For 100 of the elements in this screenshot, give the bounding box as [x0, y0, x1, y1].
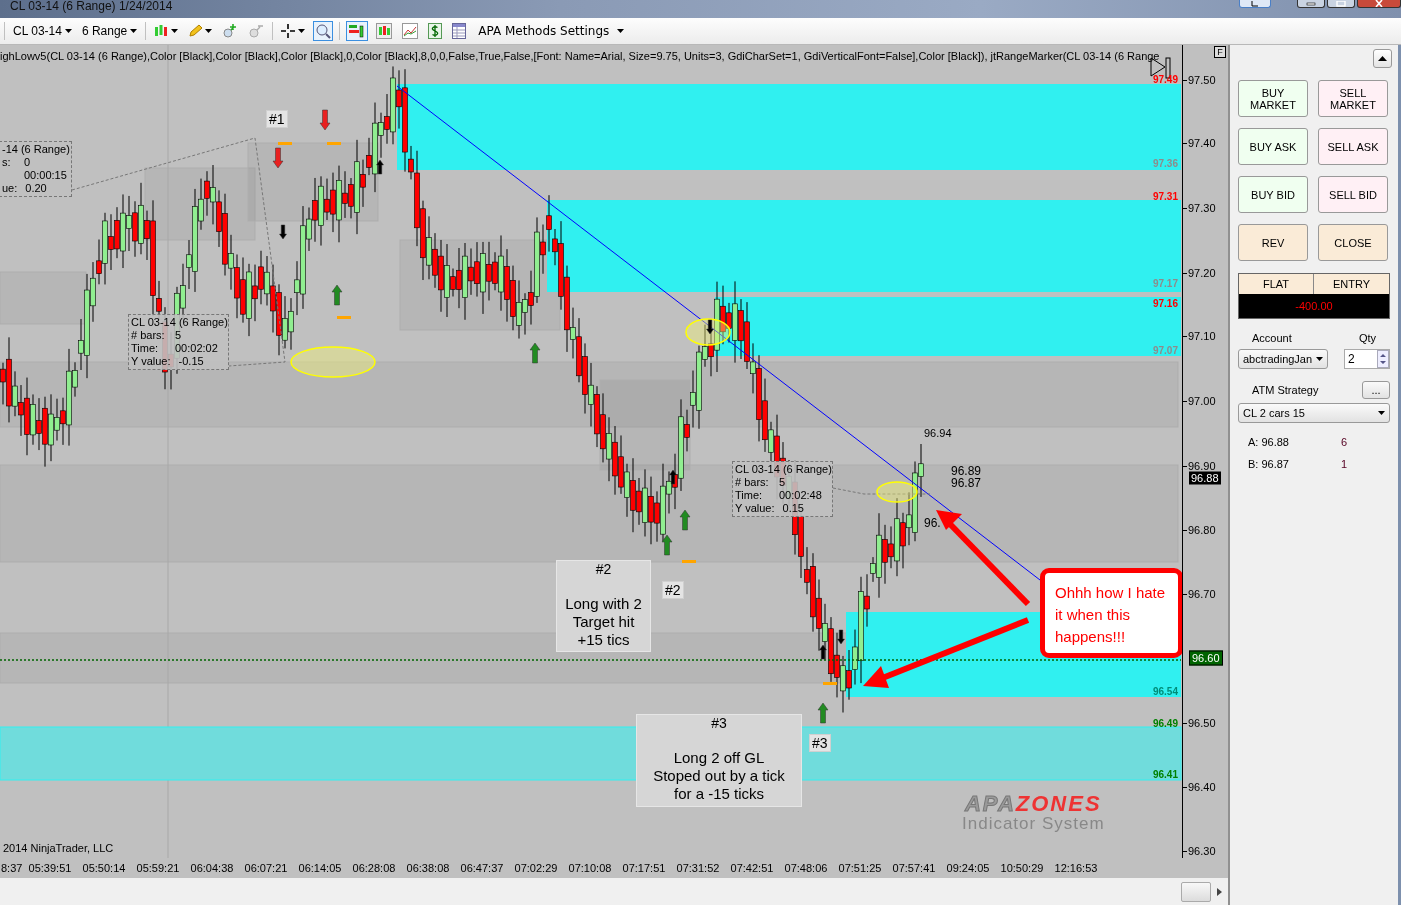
measure-label: ue:: [2, 182, 18, 195]
time-tick: 05:59:21: [135, 862, 181, 874]
price-label: 96.87: [951, 477, 982, 489]
quote-price: B: 96.87: [1248, 458, 1290, 470]
measure-value: 0.20: [25, 182, 47, 195]
trade-tag: #2: [662, 581, 684, 599]
measure-value: 00:02:02: [175, 342, 218, 355]
measure-value: 5: [779, 476, 786, 489]
quote-size: 6: [1341, 436, 1348, 448]
price-label: 96.94: [924, 427, 952, 439]
measure-value: 00:02:48: [779, 489, 822, 502]
order-button[interactable]: BUY MARKET: [1238, 80, 1308, 117]
copyright-text: 2014 NinjaTrader, LLC: [3, 842, 114, 854]
time-tick: 06:47:37: [459, 862, 505, 874]
pnl-value: -400.00: [1239, 294, 1389, 318]
zone-price-label: 97.36: [1152, 158, 1178, 169]
order-button[interactable]: BUY BID: [1238, 176, 1308, 213]
price-marker: 96.60: [1189, 650, 1223, 666]
measure-title: -14 (6 Range): [2, 143, 69, 156]
callout-text: Ohhh how I hate it when this happens!!!: [1040, 568, 1182, 658]
price-label: 96.89: [951, 465, 982, 477]
measure-label: s:: [2, 156, 12, 169]
time-tick: 12:16:53: [1053, 862, 1099, 874]
order-button[interactable]: SELL ASK: [1318, 128, 1388, 165]
zone-price-label: 97.17: [1152, 278, 1178, 289]
price-tick: 96.30: [1188, 845, 1216, 857]
price-tick: 96.50: [1188, 717, 1216, 729]
window-title: CL 03-14 (6 Range) 1/24/2014: [9, 0, 173, 12]
measure-value: 5: [175, 329, 182, 342]
order-button[interactable]: SELL MARKET: [1318, 80, 1388, 117]
price-tick: 97.20: [1188, 267, 1216, 279]
instrument-dropdown[interactable]: CL 03-14: [11, 22, 74, 40]
time-tick: 06:28:08: [351, 862, 397, 874]
measure-label: # bars:: [735, 476, 770, 489]
note-tag: #3: [711, 715, 727, 731]
measure-title: CL 03-14 (6 Range): [131, 316, 226, 329]
measure-label: Y value:: [735, 502, 775, 515]
time-tick: 10:50:29: [999, 862, 1045, 874]
account-dropdown[interactable]: abctradingJan: [1238, 349, 1328, 369]
measure-title: CL 03-14 (6 Range): [735, 463, 830, 476]
period-dropdown[interactable]: 6 Range: [79, 22, 140, 40]
measure-label: Y value:: [131, 355, 171, 368]
price-tick: 97.10: [1188, 330, 1216, 342]
zone-price-label: 96.54: [1152, 686, 1178, 697]
time-tick: 07:51:25: [837, 862, 883, 874]
time-tick: 07:42:51: [729, 862, 775, 874]
zone-price-label: 97.49: [1152, 74, 1178, 85]
atm-dropdown[interactable]: CL 2 cars 15: [1238, 403, 1390, 423]
methods-settings-menu[interactable]: APA Methods Settings: [474, 24, 629, 38]
logo-tagline: Indicator System: [962, 815, 1105, 833]
time-tick: 07:02:29: [513, 862, 559, 874]
zone-price-label: 97.31: [1152, 191, 1178, 202]
price-label: 96.: [924, 517, 941, 529]
price-tick: 96.90: [1188, 460, 1216, 472]
time-tick: 07:17:51: [621, 862, 667, 874]
time-tick: 07:10:08: [567, 862, 613, 874]
measure-value: -0.15: [178, 355, 204, 368]
time-tick: 06:14:05: [297, 862, 343, 874]
time-tick: 06:04:38: [189, 862, 235, 874]
quote-size: 1: [1341, 458, 1348, 470]
entry-label: ENTRY: [1331, 277, 1372, 292]
time-tick: 07:31:52: [675, 862, 721, 874]
measure-label: # bars:: [131, 329, 166, 342]
time-tick: 05:50:14: [81, 862, 127, 874]
time-tick: 07:48:06: [783, 862, 829, 874]
trade-tag: #3: [809, 734, 831, 752]
measure-value: 0.15: [782, 502, 804, 515]
zone-price-label: 96.49: [1152, 718, 1178, 729]
order-button[interactable]: SELL BID: [1318, 176, 1388, 213]
time-tick: 06:38:08: [405, 862, 451, 874]
qty-label: Qty: [1358, 332, 1376, 344]
atm-label: ATM Strategy: [1252, 384, 1319, 396]
trade-tag: #1: [266, 110, 288, 128]
measure-value: 0: [24, 156, 31, 169]
order-button[interactable]: REV: [1238, 224, 1308, 261]
time-tick: 07:57:41: [891, 862, 937, 874]
time-tick: 06:07:21: [243, 862, 289, 874]
indicator-text: ighLowv5(CL 03-14 (6 Range),Color [Black],Color [Black],Color [Black],0,Color [Black],8,0,0,False,True,False,[Font: Name=Arial, Size=9.75, Units=3, GdiCharSet=1, GdiVerticalFont=False],Color [Black]), jtRangeMarker(CL 03-14 (6 Range: [0, 50, 1160, 62]
time-tick: 8:37: [0, 862, 23, 874]
atm-options-button[interactable]: ...: [1362, 381, 1390, 399]
zone-price-label: 96.41: [1152, 769, 1178, 780]
price-marker: 96.88: [1189, 471, 1221, 485]
time-tick: 09:24:05: [945, 862, 991, 874]
price-tick: 97.30: [1188, 202, 1216, 214]
zone-price-label: 97.07: [1152, 345, 1178, 356]
order-button[interactable]: BUY ASK: [1238, 128, 1308, 165]
logo-text: APAZONES: [965, 793, 1102, 815]
price-tick: 97.40: [1188, 137, 1216, 149]
quote-price: A: 96.88: [1248, 436, 1290, 448]
account-label: Account: [1252, 332, 1292, 344]
measure-label: Time:: [735, 489, 764, 502]
panel-toggle-button[interactable]: F: [1214, 46, 1226, 58]
note-text: Long 2 off GL Stoped out by a tick for a -15 ticks: [653, 749, 785, 803]
qty-field[interactable]: 2: [1344, 349, 1390, 369]
time-tick: 05:39:51: [27, 862, 73, 874]
price-tick: 96.40: [1188, 781, 1216, 793]
zone-price-label: 97.16: [1152, 298, 1178, 309]
note-tag: #2: [595, 561, 612, 577]
order-button[interactable]: CLOSE: [1318, 224, 1388, 261]
price-tick: 96.80: [1188, 524, 1216, 536]
